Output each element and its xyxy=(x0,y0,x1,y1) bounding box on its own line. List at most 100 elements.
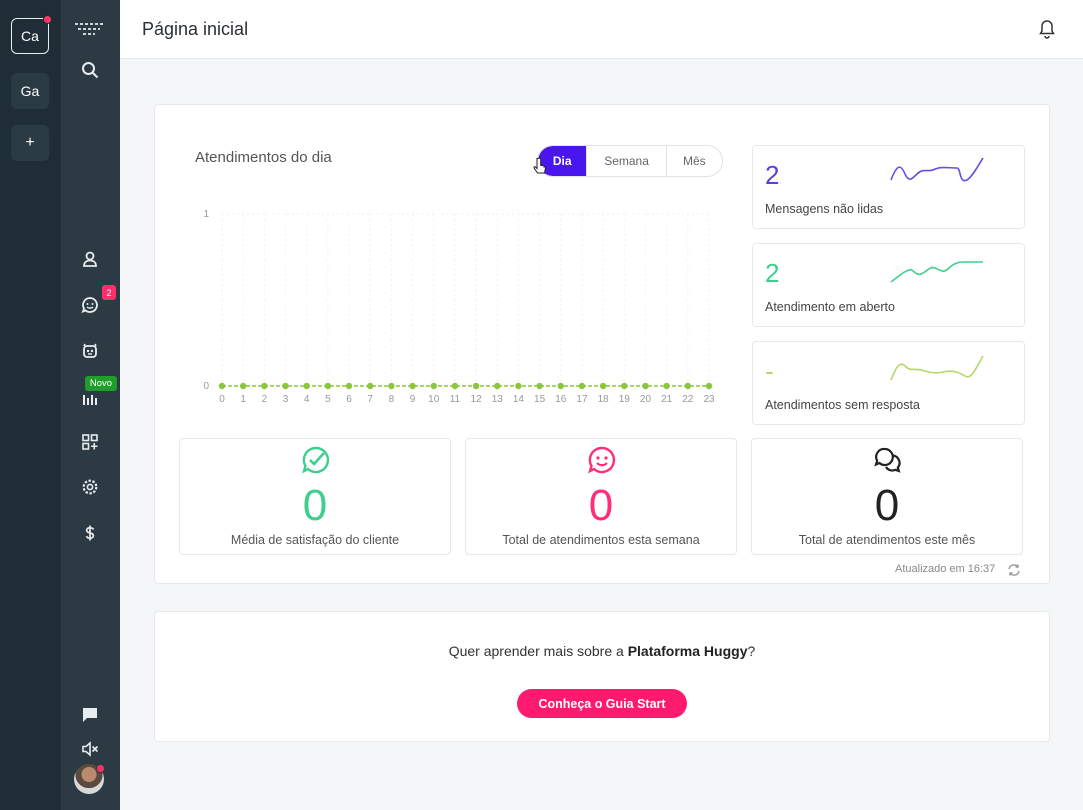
stat-card-no-reply[interactable]: - Atendimentos sem resposta xyxy=(752,341,1025,425)
x-tick-label: 12 xyxy=(471,394,483,405)
guide-start-button[interactable]: Conheça o Guia Start xyxy=(517,689,687,718)
x-tick-label: 3 xyxy=(283,394,289,405)
kpi-week: 0 Total de atendimentos esta semana xyxy=(465,438,737,555)
data-point xyxy=(345,382,353,390)
kpi-label: Total de atendimentos este mês xyxy=(798,533,976,547)
notification-dot xyxy=(43,15,52,24)
tab-mes[interactable]: Mês xyxy=(667,146,722,176)
check-chat-icon xyxy=(302,446,330,474)
sparkline-open xyxy=(890,261,983,283)
data-point xyxy=(599,382,607,390)
tab-semana[interactable]: Semana xyxy=(587,146,667,176)
main-nav: 2 Novo xyxy=(61,0,120,810)
x-tick-label: 0 xyxy=(219,394,225,405)
apps-icon[interactable] xyxy=(79,431,101,453)
x-tick-label: 2 xyxy=(262,394,268,405)
kpi-month: 0 Total de atendimentos este mês xyxy=(751,438,1023,555)
data-point xyxy=(578,382,586,390)
x-tick-label: 23 xyxy=(703,394,715,405)
sparkline-no-reply xyxy=(890,355,984,381)
data-point xyxy=(451,382,459,390)
kpi-label: Média de satisfação do cliente xyxy=(230,533,400,547)
learn-prefix: Quer aprender mais sobre a xyxy=(448,643,628,659)
data-point xyxy=(324,382,332,390)
kpi-value: 0 xyxy=(302,481,328,530)
x-tick-label: 6 xyxy=(346,394,352,405)
status-dot xyxy=(96,764,105,773)
x-tick-label: 18 xyxy=(598,394,610,405)
stat-card-unread[interactable]: 2 Mensagens não lidas xyxy=(752,145,1025,229)
bell-icon[interactable] xyxy=(1038,19,1056,39)
data-point xyxy=(494,382,501,390)
x-tick-label: 21 xyxy=(661,394,673,405)
add-icon: + xyxy=(25,134,35,151)
workspace-label: Ca xyxy=(21,28,39,44)
smile-chat-icon xyxy=(588,446,616,474)
x-tick-label: 19 xyxy=(619,394,631,405)
updated-timestamp: Atualizado em 16:37 xyxy=(895,563,996,575)
settings-icon[interactable] xyxy=(79,476,101,498)
stat-value: 2 xyxy=(765,160,780,190)
stat-label: Atendimentos sem resposta xyxy=(765,398,920,412)
page-header: Página inicial xyxy=(120,0,1083,59)
reports-icon[interactable] xyxy=(79,387,101,409)
chat-badge: 2 xyxy=(102,285,116,300)
data-point xyxy=(663,382,670,390)
chat-icon[interactable] xyxy=(79,294,101,316)
y-tick-label: 1 xyxy=(203,209,209,220)
day-chart: 010 1 2 3 4 5 6 7 8 9 10 11 12 13 14 15 16 17 18 19 20 21 22 23 xyxy=(203,209,715,405)
x-tick-label: 10 xyxy=(428,394,440,405)
learn-suffix: ? xyxy=(747,643,756,659)
y-tick-label: 0 xyxy=(203,381,209,392)
data-point xyxy=(557,382,564,390)
kpi-value: 0 xyxy=(588,481,614,530)
add-workspace-button[interactable]: + xyxy=(11,125,49,161)
data-point xyxy=(367,382,374,390)
x-tick-label: 20 xyxy=(640,394,652,405)
menu-logo-icon[interactable] xyxy=(74,18,104,40)
x-tick-label: 4 xyxy=(304,394,310,405)
data-point xyxy=(282,382,289,390)
refresh-icon[interactable] xyxy=(1007,563,1021,577)
data-point xyxy=(303,382,310,390)
data-point xyxy=(239,382,247,390)
contacts-icon[interactable] xyxy=(79,248,101,270)
bot-icon[interactable] xyxy=(79,340,101,362)
hand-cursor-icon xyxy=(533,157,547,174)
data-point xyxy=(684,382,692,390)
stat-value: - xyxy=(765,356,774,386)
search-icon[interactable] xyxy=(79,59,101,81)
workspace-ca[interactable]: Ca xyxy=(11,15,52,54)
data-point xyxy=(536,382,543,390)
chats-icon xyxy=(874,447,901,473)
period-toggle: Dia Semana Mês xyxy=(537,145,723,177)
x-tick-label: 5 xyxy=(325,394,331,405)
data-point xyxy=(218,382,226,390)
x-tick-label: 16 xyxy=(555,394,567,405)
learn-brand: Plataforma Huggy xyxy=(627,643,748,659)
x-tick-label: 15 xyxy=(534,394,546,405)
data-point xyxy=(409,382,416,390)
data-point xyxy=(642,382,649,390)
learn-text: Quer aprender mais sobre a Plataforma Hu… xyxy=(155,643,1049,659)
x-tick-label: 17 xyxy=(576,394,588,405)
mute-icon[interactable] xyxy=(79,738,101,760)
billing-icon[interactable] xyxy=(79,522,101,544)
kpi-label: Total de atendimentos esta semana xyxy=(502,533,700,547)
x-tick-label: 8 xyxy=(389,394,395,405)
sparkline-unread xyxy=(890,157,984,182)
data-point xyxy=(705,382,713,390)
x-tick-label: 22 xyxy=(682,394,694,405)
workspace-ga[interactable]: Ga xyxy=(11,73,49,109)
data-point xyxy=(515,382,522,390)
user-avatar[interactable] xyxy=(74,764,105,794)
workspace-rail: Ca Ga + xyxy=(0,0,61,810)
data-point xyxy=(472,382,480,390)
kpi-satisfaction: 0 Média de satisfação do cliente xyxy=(179,438,451,555)
feedback-icon[interactable] xyxy=(79,704,101,726)
x-tick-label: 7 xyxy=(367,394,373,405)
data-point xyxy=(388,382,395,390)
workspace-label: Ga xyxy=(20,83,40,99)
stat-card-open[interactable]: 2 Atendimento em aberto xyxy=(752,243,1025,327)
x-tick-label: 9 xyxy=(410,394,416,405)
